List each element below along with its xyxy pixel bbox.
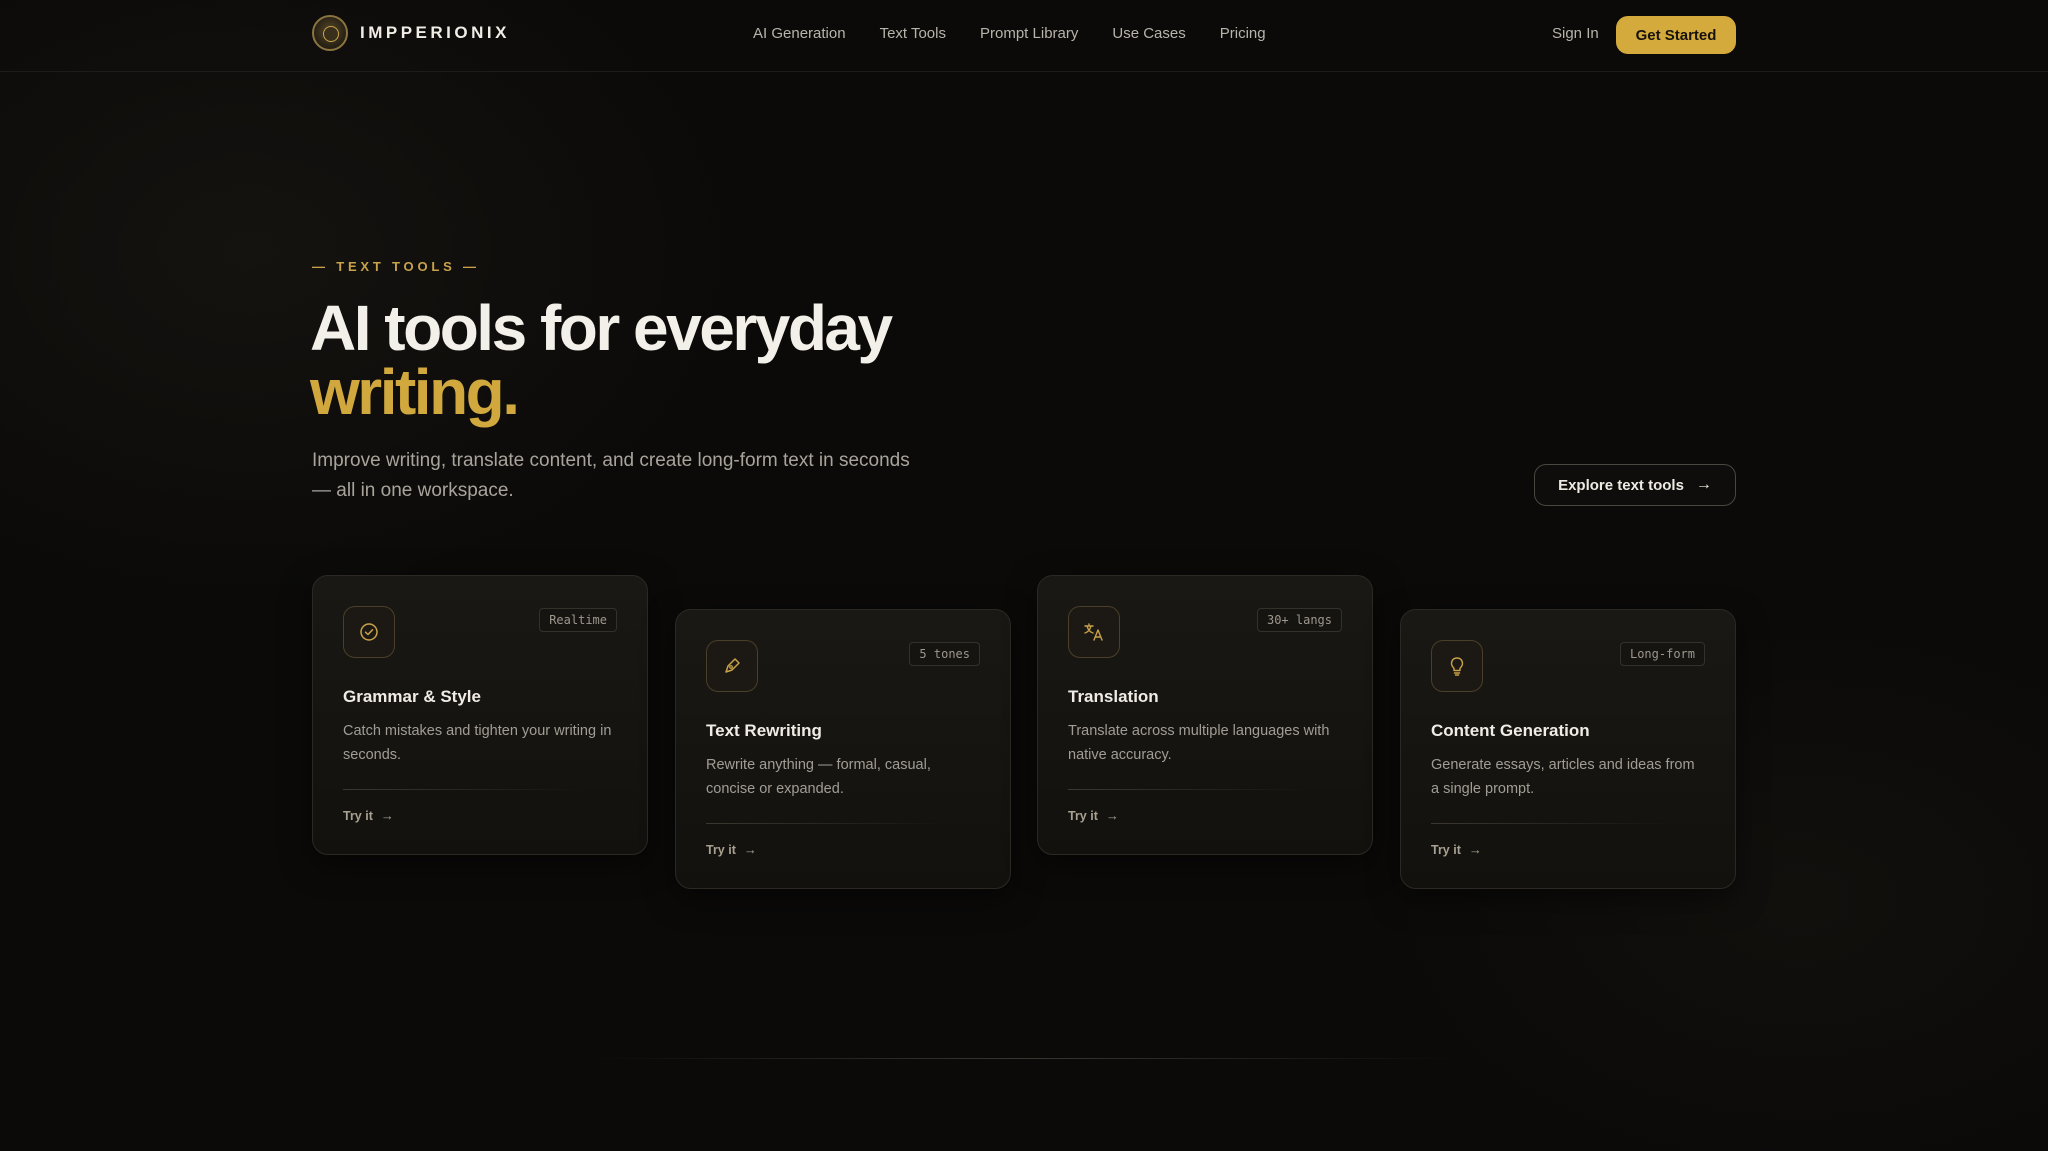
card-title: Grammar & Style xyxy=(343,687,481,706)
try-it-link[interactable]: Try it → xyxy=(343,808,394,823)
hero-title-accent: writing. xyxy=(310,356,520,428)
arrow-right-icon: → xyxy=(1695,476,1712,493)
nav-link-pricing[interactable]: Pricing xyxy=(1220,25,1266,42)
card-badge: 5 tones xyxy=(909,642,980,666)
try-it-link[interactable]: Try it → xyxy=(706,842,757,857)
try-it-link[interactable]: Try it → xyxy=(1431,842,1482,857)
card-divider xyxy=(1068,789,1308,790)
hero-subtitle: Improve writing, translate content, and … xyxy=(312,450,910,501)
get-started-button[interactable]: Get Started xyxy=(1616,16,1736,54)
brand[interactable]: IMPPERIONIX xyxy=(312,15,510,51)
card-title: Translation xyxy=(1068,687,1159,706)
tool-card-grammar[interactable]: Realtime Grammar & Style Catch mistakes … xyxy=(312,575,648,855)
card-divider xyxy=(706,823,946,824)
explore-label: Explore text tools xyxy=(1558,476,1684,494)
arrow-right-icon: → xyxy=(743,842,757,857)
try-it-link[interactable]: Try it → xyxy=(1068,808,1119,823)
nav-link-ai-generation[interactable]: AI Generation xyxy=(753,25,846,42)
try-it-label: Try it xyxy=(343,808,373,823)
card-badge: Realtime xyxy=(539,608,617,632)
check-circle-icon xyxy=(343,606,395,658)
nav-link-text-tools[interactable]: Text Tools xyxy=(880,25,946,42)
try-it-label: Try it xyxy=(1068,808,1098,823)
brand-name: IMPPERIONIX xyxy=(360,23,510,42)
card-description: Catch mistakes and tighten your writing … xyxy=(343,723,612,763)
pen-icon xyxy=(706,640,758,692)
card-badge: 30+ langs xyxy=(1256,608,1342,632)
explore-text-tools-button[interactable]: Explore text tools → xyxy=(1534,464,1736,506)
arrow-right-icon: → xyxy=(1105,808,1119,823)
nav-links: AI Generation Text Tools Prompt Library … xyxy=(753,25,1300,42)
card-divider xyxy=(1431,823,1671,824)
card-title: Text Rewriting xyxy=(706,721,822,740)
card-description: Rewrite anything — formal, casual, conci… xyxy=(706,757,931,797)
card-badge: Long-form xyxy=(1619,642,1705,666)
hero-title-line1: AI tools for everyday xyxy=(310,292,893,364)
hero-title: AI tools for everyday writing. xyxy=(310,296,893,428)
section-divider xyxy=(590,1058,1458,1059)
try-it-label: Try it xyxy=(1431,842,1461,857)
card-title: Content Generation xyxy=(1431,721,1590,740)
tool-card-translation[interactable]: 30+ langs Translation Translate across m… xyxy=(1037,575,1373,855)
top-nav: IMPPERIONIX AI Generation Text Tools Pro… xyxy=(0,0,2048,72)
sign-in-link[interactable]: Sign In xyxy=(1552,25,1599,42)
arrow-right-icon: → xyxy=(1468,842,1482,857)
card-divider xyxy=(343,789,583,790)
arrow-right-icon: → xyxy=(380,808,394,823)
tool-card-rewriting[interactable]: 5 tones Text Rewriting Rewrite anything … xyxy=(675,609,1011,889)
card-description: Generate essays, articles and ideas from… xyxy=(1431,757,1695,797)
logo-icon xyxy=(312,15,348,51)
section-eyebrow: — TEXT TOOLS — xyxy=(312,259,480,274)
try-it-label: Try it xyxy=(706,842,736,857)
tool-card-content-generation[interactable]: Long-form Content Generation Generate es… xyxy=(1400,609,1736,889)
card-description: Translate across multiple languages with… xyxy=(1068,723,1330,763)
nav-link-use-cases[interactable]: Use Cases xyxy=(1112,25,1185,42)
translate-icon xyxy=(1068,606,1120,658)
lightbulb-icon xyxy=(1431,640,1483,692)
nav-link-prompt-library[interactable]: Prompt Library xyxy=(980,25,1078,42)
